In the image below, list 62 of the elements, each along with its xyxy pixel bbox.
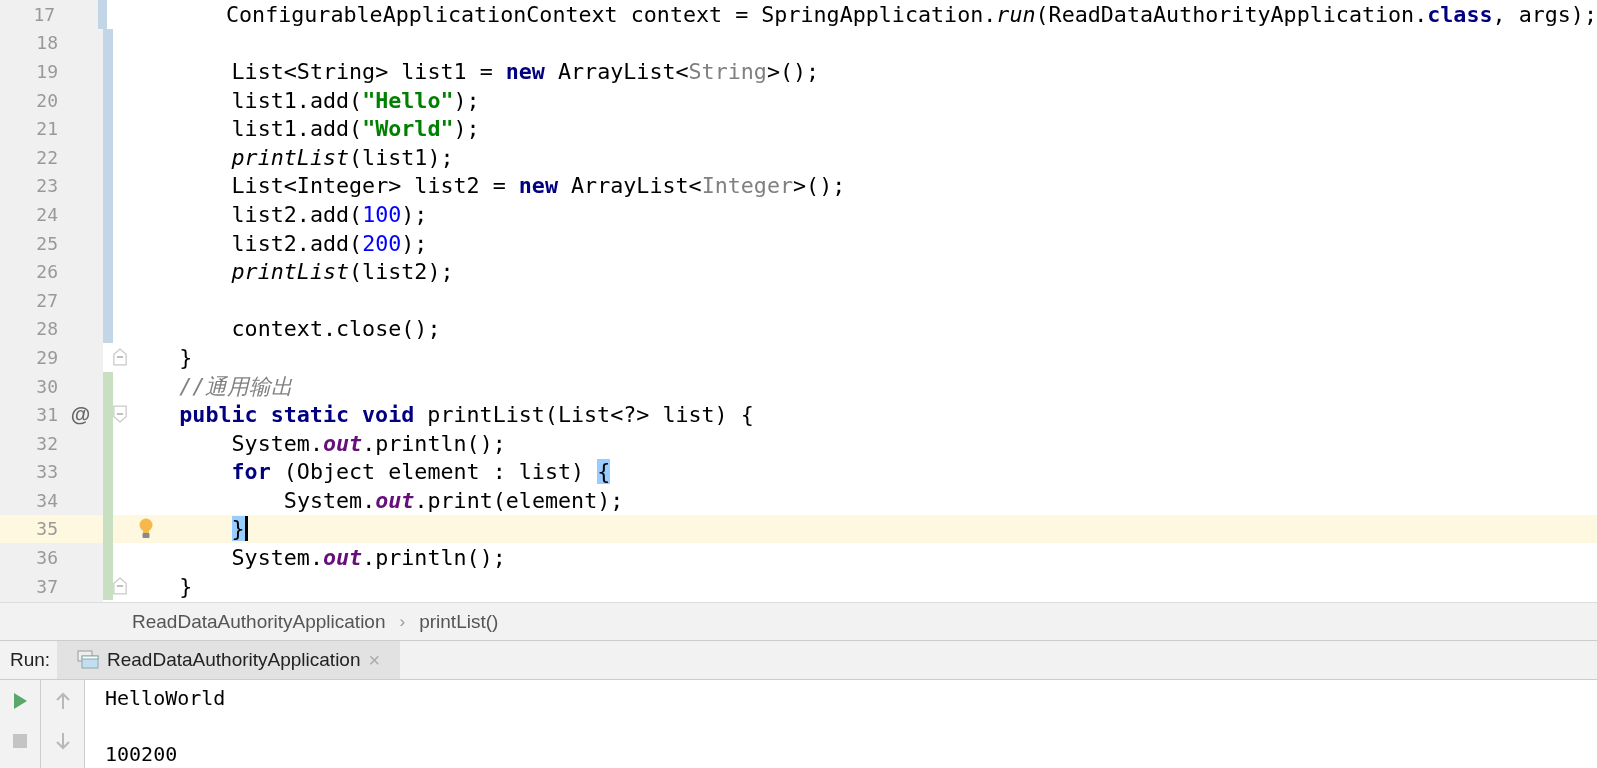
code-line: System.out.println(); (231, 545, 506, 571)
code-line: printList(list2); (231, 259, 454, 285)
code-line: } (179, 573, 193, 599)
arrow-down-icon[interactable] (54, 732, 71, 750)
run-tab[interactable]: ReadDataAuthorityApplication × (57, 641, 401, 679)
change-marker[interactable] (103, 371, 113, 401)
line-number: 18 (35, 32, 58, 54)
line-number: 17 (32, 3, 56, 25)
code-line: list2.add(100); (231, 201, 428, 227)
lightbulb-icon[interactable] (138, 517, 154, 540)
line-number: 29 (35, 346, 58, 368)
code-line: List<String> list1 = new ArrayList<String>(); (231, 59, 820, 84)
line-number: 25 (35, 232, 58, 254)
console-output-line: HelloWorld (105, 685, 226, 712)
line-number: 34 (35, 489, 58, 511)
code-line: ConfigurableApplicationContext context = SpringApplication.run(ReadDataAuthorityApplication.class, args); (225, 1, 1597, 27)
line-number: 23 (35, 175, 58, 197)
line-number: 22 (35, 146, 58, 168)
code-line: System.out.print(element); (283, 487, 624, 513)
change-marker[interactable] (103, 314, 113, 344)
code-line: //通用输出 (179, 372, 294, 401)
code-line: for (Object element : list) { (231, 459, 611, 485)
window-icon (77, 650, 99, 670)
line-number: 24 (35, 203, 58, 225)
console-output-line: 100200 (105, 741, 179, 768)
breadcrumb-item[interactable]: ReadDataAuthorityApplication (132, 610, 386, 633)
line-number: 35 (35, 518, 58, 540)
breadcrumb-separator: › (399, 611, 406, 632)
fold-icon[interactable] (113, 575, 127, 596)
line-number: 27 (35, 289, 58, 311)
code-line: printList(list1); (231, 144, 454, 170)
run-label: Run: (9, 648, 52, 672)
line-number: 20 (35, 89, 58, 111)
line-number: 32 (35, 432, 58, 454)
line-number: 36 (35, 547, 58, 569)
line-number: 28 (35, 318, 58, 340)
code-line: list1.add("Hello"); (231, 87, 480, 113)
code-line: public static void printList(List<?> list) { (179, 402, 754, 428)
line-number: 33 (35, 461, 58, 483)
arrow-up-icon[interactable] (54, 692, 71, 710)
line-number: 30 (35, 375, 58, 397)
stop-icon[interactable] (12, 732, 28, 750)
breadcrumb-item[interactable]: printList() (419, 610, 499, 633)
run-icon[interactable] (12, 692, 28, 710)
fold-icon[interactable] (113, 347, 127, 368)
line-number: 26 (35, 261, 58, 283)
code-line: List<Integer> list2 = new ArrayList<Integer>(); (231, 173, 846, 199)
change-marker[interactable] (103, 28, 113, 58)
line-number: 31 (35, 404, 58, 426)
code-line: context.close(); (231, 316, 441, 342)
line-number: 19 (35, 61, 58, 82)
code-line: } (179, 344, 193, 370)
code-line: System.out.println(); (231, 430, 506, 456)
tab-title: ReadDataAuthorityApplication (107, 649, 361, 671)
change-marker[interactable] (97, 0, 108, 29)
change-marker[interactable] (103, 571, 113, 601)
line-number: 37 (35, 575, 58, 597)
fold-icon[interactable] (113, 404, 127, 425)
code-line: list2.add(200); (231, 230, 428, 256)
line-number: 21 (35, 118, 58, 140)
override-marker[interactable]: @ (70, 403, 91, 427)
code-line: list1.add("World"); (231, 116, 480, 142)
